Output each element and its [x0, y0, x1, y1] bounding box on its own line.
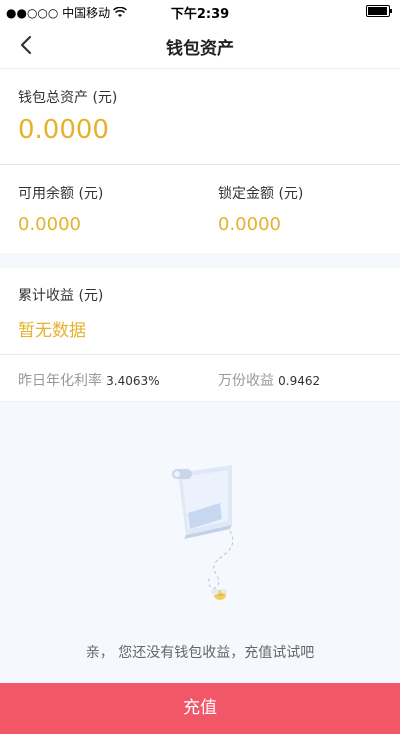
available-balance-label: 可用余额 (元): [18, 186, 104, 202]
divider: [0, 401, 400, 402]
earnings-value: 暂无数据: [18, 321, 86, 341]
per-10k-earnings-value: 0.9462: [278, 374, 321, 388]
locked-amount-label: 锁定金额 (元): [218, 186, 304, 202]
per-10k-earnings-label: 万份收益: [218, 373, 274, 389]
per-10k-earnings: 万份收益 0.9462: [218, 370, 320, 390]
status-bar: ●●○○○ 中国移动 下午2:39: [0, 0, 400, 22]
earnings-label: 累计收益 (元): [18, 288, 104, 304]
recharge-button[interactable]: 充值: [0, 683, 400, 734]
status-time: 下午2:39: [170, 7, 230, 22]
total-assets-value: 0.0000: [18, 115, 109, 145]
total-assets-label: 钱包总资产 (元): [18, 90, 118, 106]
locked-amount-value: 0.0000: [218, 214, 281, 235]
available-balance-value: 0.0000: [18, 214, 81, 235]
annual-rate-value: 3.4063%: [106, 374, 160, 388]
rates-section: 昨日年化利率 3.4063% 万份收益 0.9462: [0, 355, 400, 401]
empty-state-message: 亲， 您还没有钱包收益，充值试试吧: [85, 645, 315, 661]
earnings-section: 累计收益 (元) 暂无数据: [0, 268, 400, 354]
annual-rate: 昨日年化利率 3.4063%: [18, 370, 160, 390]
total-assets-section: 钱包总资产 (元) 0.0000: [0, 69, 400, 164]
annual-rate-label: 昨日年化利率: [18, 373, 102, 389]
balances-section: 可用余额 (元) 0.0000 锁定金额 (元) 0.0000: [0, 165, 400, 253]
nav-bar: 钱包资产: [0, 22, 400, 69]
empty-wallet-illustration: [172, 465, 234, 600]
battery-icon: [366, 5, 392, 17]
page-title: 钱包资产: [166, 39, 234, 59]
